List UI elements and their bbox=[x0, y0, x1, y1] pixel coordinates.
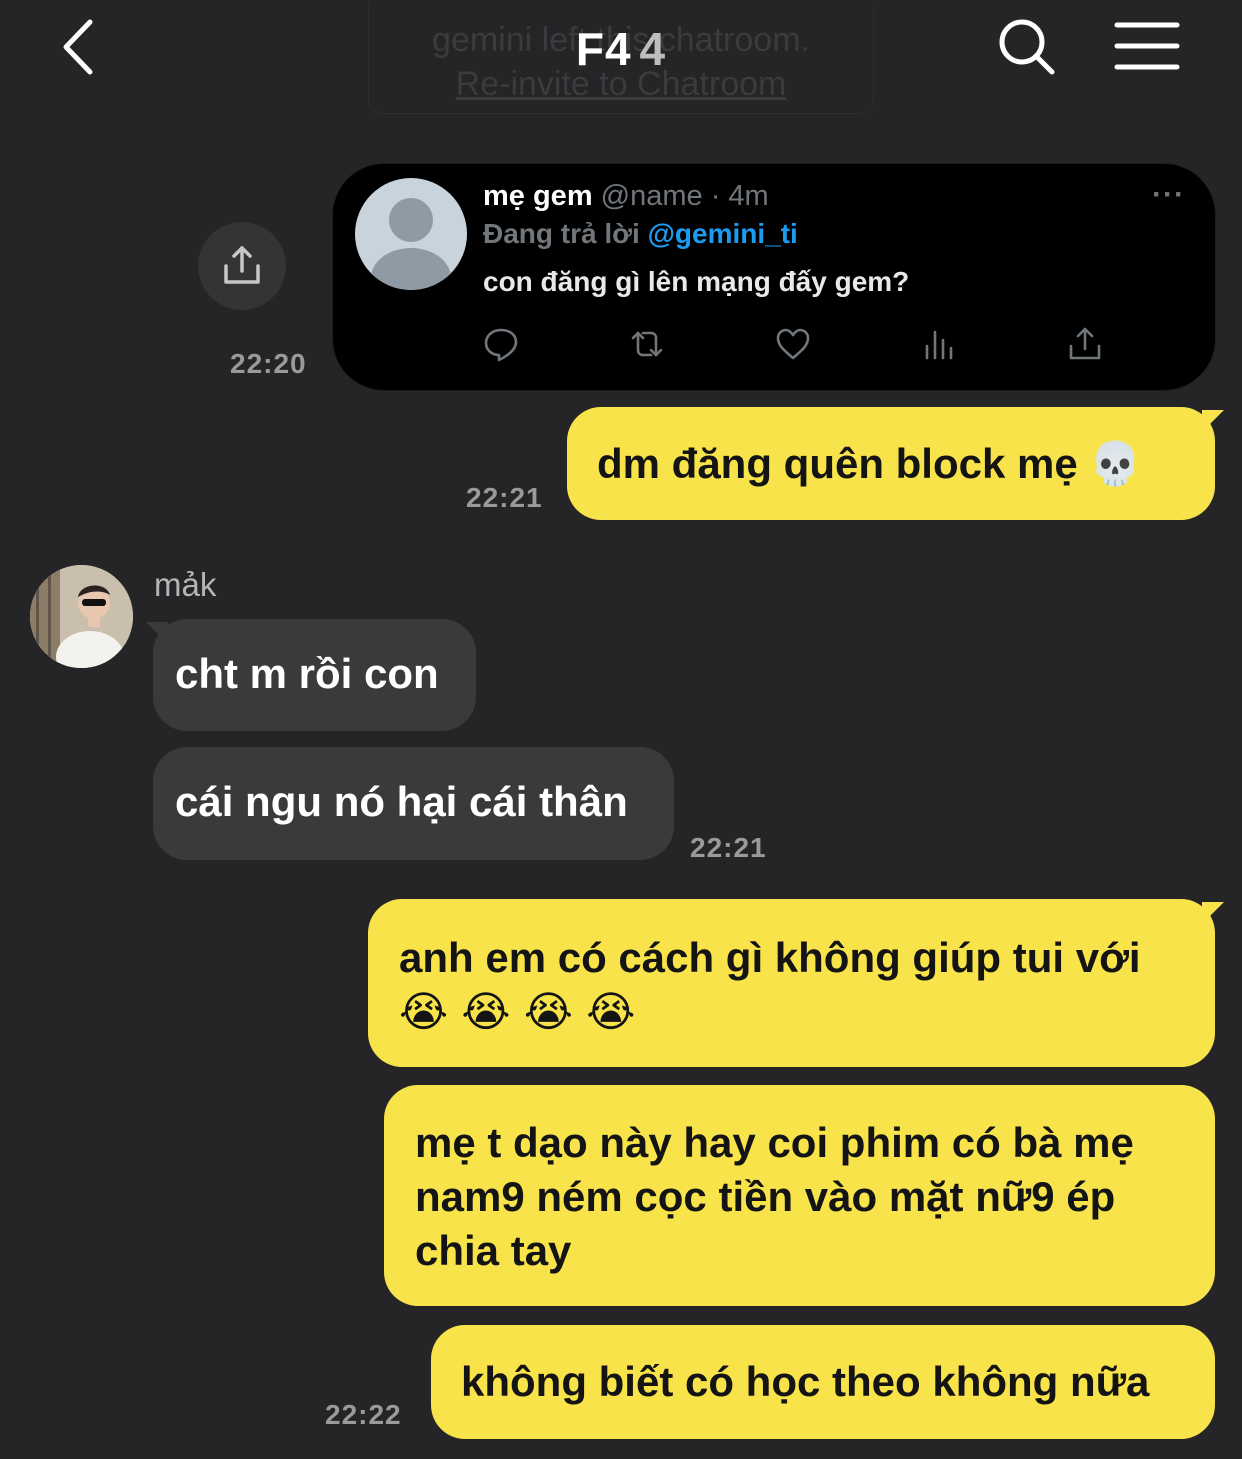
tweet-share-icon bbox=[1069, 327, 1101, 360]
more-options-icon: ··· bbox=[1152, 178, 1185, 211]
reply-mention: @gemini_ti bbox=[647, 218, 798, 249]
bubble-tail bbox=[146, 622, 168, 644]
chevron-left-icon bbox=[63, 19, 93, 75]
menu-button[interactable] bbox=[1114, 20, 1180, 72]
default-avatar-icon bbox=[355, 178, 467, 290]
message-timestamp: 22:21 bbox=[466, 482, 543, 513]
message-text: cái ngu nó hại cái thân bbox=[175, 778, 628, 825]
hamburger-menu-icon bbox=[1114, 22, 1180, 70]
tweet-screenshot[interactable]: mẹ gem @name · 4m ··· Đang trả lời @gemi… bbox=[332, 163, 1216, 391]
sender-avatar[interactable] bbox=[30, 565, 133, 668]
message-timestamp: 22:21 bbox=[690, 832, 767, 863]
chat-header: gemini left this chatroom. Re-invite to … bbox=[0, 0, 1242, 114]
my-message-bubble[interactable]: dm đăng quên block mẹ 💀 bbox=[567, 407, 1215, 520]
message-text: cht m rồi con bbox=[175, 650, 439, 697]
message-text-line: nam9 ném cọc tiền vào mặt nữ9 ép bbox=[415, 1173, 1116, 1220]
heart-icon bbox=[776, 328, 810, 360]
message-text: không biết có học theo không nữa bbox=[461, 1358, 1150, 1405]
my-message-bubble[interactable]: mẹ t dạo này hay coi phim có bà mẹ nam9 … bbox=[384, 1085, 1215, 1306]
message-text-line: mẹ t dạo này hay coi phim có bà mẹ bbox=[415, 1119, 1134, 1166]
crying-emoji: 😭 😭 😭 😭 bbox=[399, 987, 636, 1036]
reply-prefix: Đang trả lời bbox=[483, 218, 640, 249]
message-text: dm đăng quên block mẹ bbox=[597, 440, 1078, 487]
tweet-header: mẹ gem @name · 4m bbox=[483, 180, 769, 213]
member-count: 4 bbox=[639, 23, 667, 75]
reply-icon bbox=[484, 328, 518, 362]
message-text-line: chia tay bbox=[415, 1227, 572, 1274]
retweet-icon bbox=[631, 331, 663, 357]
analytics-icon bbox=[925, 330, 953, 360]
share-button[interactable] bbox=[198, 222, 286, 310]
tweet-text: con đăng gì lên mạng đấy gem? bbox=[483, 266, 910, 297]
their-message-bubble[interactable]: cái ngu nó hại cái thân bbox=[153, 747, 674, 860]
tweet-actions bbox=[483, 326, 1103, 366]
my-message-bubble[interactable]: anh em có cách gì không giúp tui với 😭 😭… bbox=[368, 899, 1215, 1067]
tweet-author: mẹ gem bbox=[483, 180, 593, 212]
my-message-bubble[interactable]: không biết có học theo không nữa bbox=[431, 1325, 1215, 1439]
tweet-reply-line: Đang trả lời @gemini_ti bbox=[483, 218, 798, 250]
message-timestamp: 22:20 bbox=[230, 348, 307, 379]
chatroom-name: F4 bbox=[575, 23, 632, 75]
back-button[interactable] bbox=[56, 14, 106, 80]
sender-name: mảk bbox=[154, 566, 217, 603]
bubble-tail bbox=[1202, 902, 1224, 924]
their-message-bubble[interactable]: cht m rồi con bbox=[153, 619, 476, 731]
share-icon bbox=[224, 246, 260, 284]
search-button[interactable] bbox=[994, 16, 1058, 76]
skull-emoji: 💀 bbox=[1089, 439, 1142, 488]
message-text: anh em có cách gì không giúp tui với bbox=[399, 934, 1141, 981]
bubble-tail bbox=[1202, 410, 1224, 432]
search-icon bbox=[999, 19, 1055, 75]
message-timestamp: 22:22 bbox=[325, 1399, 402, 1430]
tweet-handle: @name · 4m bbox=[600, 180, 769, 212]
